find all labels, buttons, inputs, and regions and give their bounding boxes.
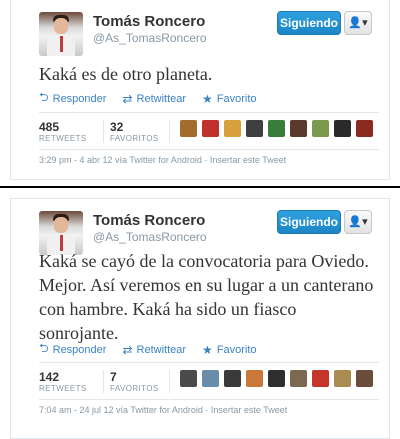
tweet-text: Kaká es de otro planeta. xyxy=(39,64,213,84)
user-avatar-thumb[interactable] xyxy=(202,370,219,387)
tweet-stats: 485 RETWEETS 32 FAVORITOS xyxy=(39,120,373,143)
star-icon: ★ xyxy=(202,91,213,106)
author-handle[interactable]: @As_TomasRoncero xyxy=(93,31,207,45)
retweet-label: Retwittear xyxy=(136,92,187,105)
user-avatar-thumb[interactable] xyxy=(180,370,197,387)
retweets-count: 485 xyxy=(39,120,60,134)
user-avatar-thumb[interactable] xyxy=(224,370,241,387)
retweeter-avatars xyxy=(180,120,373,137)
author-handle[interactable]: @As_TomasRoncero xyxy=(93,230,207,244)
divider xyxy=(39,149,379,150)
user-actions-button[interactable]: 👤▾ xyxy=(344,11,372,35)
user-avatar-thumb[interactable] xyxy=(290,370,307,387)
reply-label: Responder xyxy=(52,92,107,105)
retweet-icon: ⇄ xyxy=(122,91,133,106)
favorites-stat[interactable]: 32 FAVORITOS xyxy=(110,120,170,143)
retweeter-avatars xyxy=(180,370,373,387)
tweet-text: Kaká se cayó de la convocatoria para Ovi… xyxy=(39,251,374,343)
user-avatar-thumb[interactable] xyxy=(356,120,373,137)
retweets-count: 142 xyxy=(39,370,60,384)
author-name[interactable]: Tomás Roncero xyxy=(93,212,205,229)
separator xyxy=(0,186,400,188)
user-avatar-thumb[interactable] xyxy=(246,120,263,137)
user-actions-button[interactable]: 👤▾ xyxy=(344,210,372,234)
favorite-button[interactable]: ★ Favorito xyxy=(202,343,257,357)
following-button[interactable]: Siguiendo xyxy=(277,11,341,35)
user-avatar-thumb[interactable] xyxy=(334,370,351,387)
user-avatar-thumb[interactable] xyxy=(312,120,329,137)
retweet-icon: ⇄ xyxy=(122,342,133,357)
reply-button[interactable]: ⮌ Responder xyxy=(39,88,106,109)
user-avatar-thumb[interactable] xyxy=(246,370,263,387)
favorites-label: FAVORITOS xyxy=(110,384,159,393)
favorite-label: Favorito xyxy=(216,92,257,105)
user-avatar-thumb[interactable] xyxy=(312,370,329,387)
avatar[interactable] xyxy=(39,12,83,56)
retweets-label: RETWEETS xyxy=(39,134,87,143)
divider xyxy=(39,112,379,113)
retweets-stat[interactable]: 485 RETWEETS xyxy=(39,120,104,143)
reply-label: Responder xyxy=(52,343,107,356)
favorites-label: FAVORITOS xyxy=(110,134,159,143)
user-avatar-thumb[interactable] xyxy=(202,120,219,137)
user-avatar-thumb[interactable] xyxy=(224,120,241,137)
tweet-card: Tomás Roncero @As_TomasRoncero Siguiendo… xyxy=(10,198,390,439)
retweets-stat[interactable]: 142 RETWEETS xyxy=(39,370,104,393)
tweet-meta: 3:29 pm - 4 abr 12 vía Twitter for Andro… xyxy=(39,155,287,165)
user-avatar-thumb[interactable] xyxy=(268,370,285,387)
reply-icon: ⮌ xyxy=(39,90,49,104)
user-avatar-thumb[interactable] xyxy=(334,120,351,137)
retweet-label: Retwittear xyxy=(136,343,187,356)
tweet-actions: ⮌ Responder ⇄ Retwittear ★ Favorito xyxy=(39,339,257,360)
author-name[interactable]: Tomás Roncero xyxy=(93,13,205,30)
user-avatar-thumb[interactable] xyxy=(180,120,197,137)
favorite-button[interactable]: ★ Favorito xyxy=(202,92,257,106)
reply-button[interactable]: ⮌ Responder xyxy=(39,339,106,360)
favorites-stat[interactable]: 7 FAVORITOS xyxy=(110,370,170,393)
tweet-card: Tomás Roncero @As_TomasRoncero Siguiendo… xyxy=(10,0,390,180)
tweet-meta: 7:04 am - 24 jul 12 vía Twitter for Andr… xyxy=(39,405,288,415)
retweet-button[interactable]: ⇄ Retwittear xyxy=(122,92,186,106)
tweet-actions: ⮌ Responder ⇄ Retwittear ★ Favorito xyxy=(39,88,257,109)
favorites-count: 32 xyxy=(110,120,124,134)
user-avatar-thumb[interactable] xyxy=(356,370,373,387)
tweet-stats: 142 RETWEETS 7 FAVORITOS xyxy=(39,370,373,393)
favorite-label: Favorito xyxy=(216,343,257,356)
reply-icon: ⮌ xyxy=(39,341,49,355)
following-button[interactable]: Siguiendo xyxy=(277,210,341,234)
divider xyxy=(39,399,379,400)
favorites-count: 7 xyxy=(110,370,117,384)
user-avatar-thumb[interactable] xyxy=(268,120,285,137)
retweets-label: RETWEETS xyxy=(39,384,87,393)
retweet-button[interactable]: ⇄ Retwittear xyxy=(122,343,186,357)
divider xyxy=(39,362,379,363)
user-avatar-thumb[interactable] xyxy=(290,120,307,137)
star-icon: ★ xyxy=(202,342,213,357)
